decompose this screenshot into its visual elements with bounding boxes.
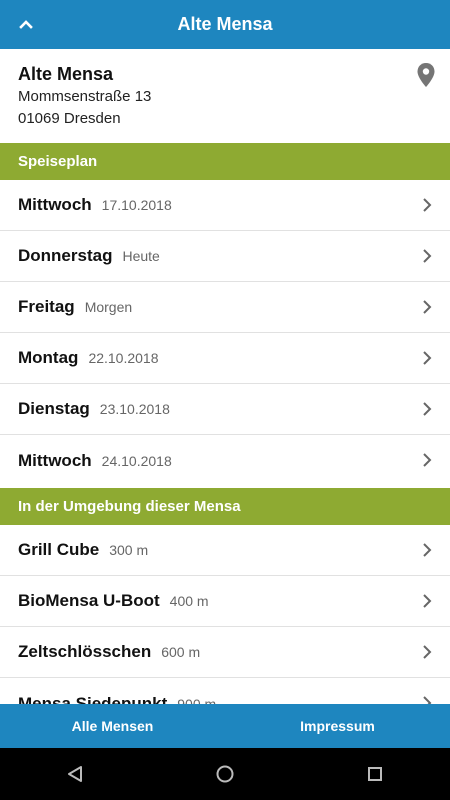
day-label: Dienstag — [18, 399, 90, 418]
mensa-name: Alte Mensa — [18, 64, 114, 84]
list-item-day[interactable]: Donnerstag Heute — [0, 231, 450, 282]
day-date: 23.10.2018 — [99, 401, 170, 417]
chevron-right-icon — [422, 248, 432, 264]
day-date: 22.10.2018 — [88, 350, 159, 366]
mensa-street: Mommsenstraße 13 — [18, 88, 152, 105]
list-item-nearby[interactable]: Grill Cube 300 m — [0, 525, 450, 576]
day-label: Donnerstag — [18, 246, 113, 265]
nearby-name: Zeltschlösschen — [18, 642, 152, 661]
day-label: Mittwoch — [18, 195, 92, 214]
chevron-right-icon — [422, 593, 432, 609]
map-pin-icon[interactable] — [416, 62, 436, 88]
chevron-right-icon — [422, 401, 432, 417]
mensa-city: 01069 Dresden — [18, 110, 121, 127]
all-mensas-button[interactable]: Alle Mensen — [0, 704, 225, 748]
nearby-name: Grill Cube — [18, 540, 100, 559]
chevron-right-icon — [422, 644, 432, 660]
app-bar: Alte Mensa — [0, 0, 450, 49]
mensa-header: Alte Mensa Mommsenstraße 13 01069 Dresde… — [0, 49, 450, 143]
list-item-day[interactable]: Mittwoch 24.10.2018 — [0, 435, 450, 486]
chevron-right-icon — [422, 299, 432, 315]
day-date: Morgen — [84, 299, 133, 315]
page-title: Alte Mensa — [177, 14, 273, 34]
chevron-right-icon — [422, 350, 432, 366]
list-item-day[interactable]: Montag 22.10.2018 — [0, 333, 450, 384]
nearby-distance: 600 m — [161, 644, 201, 660]
list-item-nearby[interactable]: BioMensa U-Boot 400 m — [0, 576, 450, 627]
chevron-right-icon — [422, 452, 432, 468]
day-label: Freitag — [18, 297, 75, 316]
nearby-distance: 400 m — [169, 593, 209, 609]
nearby-distance: 300 m — [109, 542, 149, 558]
recents-square-icon[interactable] — [351, 750, 399, 798]
back-triangle-icon[interactable] — [51, 750, 99, 798]
day-label: Montag — [18, 348, 79, 367]
chevron-up-icon[interactable] — [12, 10, 40, 38]
bottom-bar: Alle Mensen Impressum — [0, 704, 450, 748]
nearby-name: BioMensa U-Boot — [18, 591, 160, 610]
list-item-day[interactable]: Mittwoch 17.10.2018 — [0, 180, 450, 231]
section-header-menu: Speiseplan — [0, 143, 450, 180]
chevron-right-icon — [422, 197, 432, 213]
system-nav-bar — [0, 748, 450, 800]
day-label: Mittwoch — [18, 450, 92, 470]
home-circle-icon[interactable] — [201, 750, 249, 798]
imprint-button[interactable]: Impressum — [225, 704, 450, 748]
day-date: Heute — [122, 248, 160, 264]
day-date: 17.10.2018 — [101, 197, 172, 213]
list-item-day[interactable]: Dienstag 23.10.2018 — [0, 384, 450, 435]
list-item-nearby[interactable]: Zeltschlösschen 600 m — [0, 627, 450, 678]
list-item-day[interactable]: Freitag Morgen — [0, 282, 450, 333]
day-date: 24.10.2018 — [101, 452, 172, 469]
chevron-right-icon — [422, 542, 432, 558]
section-header-nearby: In der Umgebung dieser Mensa — [0, 488, 450, 525]
